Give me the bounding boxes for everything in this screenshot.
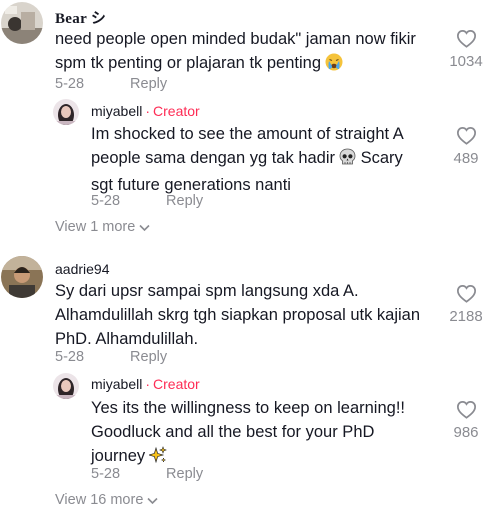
like-count: 2188 (449, 308, 483, 325)
heart-outline-icon (456, 127, 476, 145)
reply-date: 5-28 (91, 466, 121, 482)
avatar-miyabell[interactable] (53, 99, 79, 125)
like-count: 986 (453, 424, 479, 441)
reply-button[interactable]: Reply (166, 466, 203, 482)
reply-username[interactable]: miyabell · Creator (91, 376, 200, 392)
crying-face-emoji (325, 53, 343, 78)
comment-date: 5-28 (55, 76, 85, 92)
creator-badge: Creator (153, 376, 200, 392)
reply-button[interactable]: Reply (166, 193, 203, 209)
like-count: 1034 (449, 53, 483, 70)
heart-outline-icon (456, 285, 476, 303)
heart-outline-icon (456, 30, 476, 48)
reply-meta: 5-28 Reply (91, 466, 203, 482)
comment-date: 5-28 (55, 349, 85, 365)
like-button[interactable]: 2188 (431, 284, 501, 325)
avatar-bear[interactable] (1, 2, 43, 44)
chevron-down-icon (147, 497, 158, 505)
reply-text: Yes its the willingness to keep on learn… (91, 396, 421, 471)
reply-username[interactable]: miyabell · Creator (91, 103, 200, 119)
comment-text: need people open minded budak" jaman now… (55, 27, 435, 78)
comment-username[interactable]: aadrie94 (55, 261, 110, 277)
comment-text: Sy dari upsr sampai spm langsung xda A. … (55, 282, 421, 348)
heart-outline-icon (456, 401, 476, 419)
reply-text: Im shocked to see the amount of straight… (91, 125, 403, 194)
skull-emoji (339, 148, 356, 173)
view-more-replies[interactable]: View 16 more (55, 492, 158, 508)
view-more-replies[interactable]: View 1 more (55, 219, 150, 235)
like-button[interactable]: 986 (431, 400, 501, 441)
comment-meta: 5-28 Reply (55, 76, 167, 92)
avatar-miyabell[interactable] (53, 373, 79, 399)
reply-button[interactable]: Reply (130, 349, 167, 365)
reply-button[interactable]: Reply (130, 76, 167, 92)
like-count: 489 (453, 150, 479, 167)
comment-meta: 5-28 Reply (55, 349, 167, 365)
comment-username[interactable]: Bear シ (55, 7, 106, 28)
like-button[interactable]: 1034 (431, 29, 501, 70)
chevron-down-icon (139, 224, 150, 232)
reply-date: 5-28 (91, 193, 121, 209)
creator-badge: Creator (153, 103, 200, 119)
reply-meta: 5-28 Reply (91, 193, 203, 209)
like-button[interactable]: 489 (431, 126, 501, 167)
avatar-aadrie94[interactable] (1, 256, 43, 298)
